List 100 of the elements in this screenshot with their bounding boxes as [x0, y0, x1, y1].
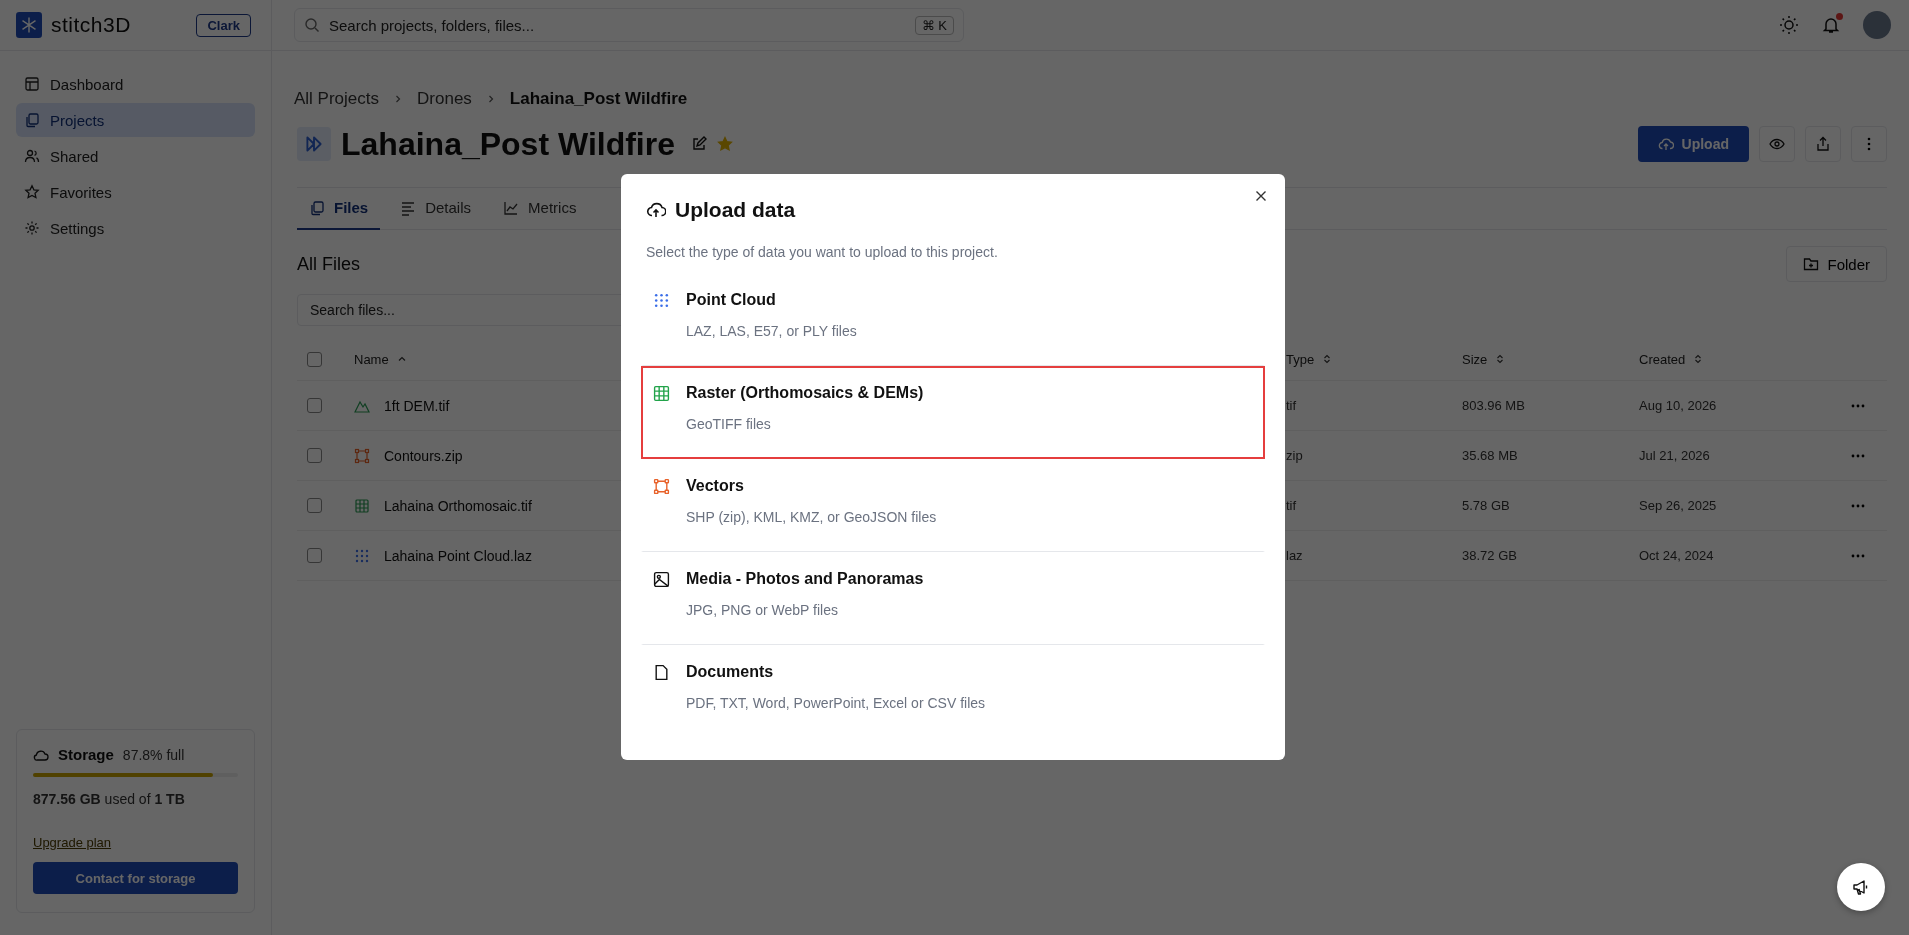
dots-grid-icon [354, 547, 370, 564]
data-type-option[interactable]: Raster (Orthomosaics & DEMs) GeoTIFF files [641, 366, 1265, 459]
close-icon[interactable] [1255, 190, 1267, 202]
cloud-upload-icon [646, 200, 666, 220]
table-cell-text: laz [1286, 548, 1304, 563]
storage-percent: 87.8% full [122, 746, 185, 763]
column-header[interactable]: Name [354, 351, 389, 367]
table-cell-text: 803.96 MB [1462, 398, 1526, 413]
option-description: LAZ, LAS, E57, or PLY files [686, 323, 857, 339]
sort-icon[interactable] [1322, 354, 1333, 364]
project-icon [297, 127, 331, 161]
chart-icon [503, 199, 520, 216]
upload-button[interactable]: Upload [1637, 126, 1749, 162]
star-icon [24, 184, 40, 200]
section-heading: All Files [297, 253, 360, 275]
data-type-option[interactable]: Vectors SHP (zip), KML, KMZ, or GeoJSON files [641, 459, 1265, 552]
sort-up-icon[interactable] [396, 354, 407, 364]
table-cell-text: zip [1286, 448, 1304, 463]
tab[interactable]: Files [297, 199, 381, 230]
workspace-badge[interactable]: Clark [196, 13, 251, 37]
column-header[interactable]: Size [1462, 351, 1488, 367]
file-name[interactable]: 1ft DEM.tif [384, 397, 450, 414]
breadcrumb-link[interactable]: All Projects [294, 89, 380, 109]
star-icon[interactable] [717, 136, 733, 152]
sort-icon[interactable] [1495, 354, 1506, 364]
shortcut-hint: ⌘ K [914, 16, 954, 35]
breadcrumb-link[interactable]: Drones [417, 89, 472, 109]
option-description: PDF, TXT, Word, PowerPoint, Excel or CSV files [686, 695, 986, 711]
more-icon[interactable] [1851, 453, 1865, 458]
upgrade-link[interactable]: Upgrade plan [33, 835, 112, 850]
dialog-subtitle: Select the type of data you want to upload to this project. [646, 244, 999, 260]
row-checkbox[interactable] [307, 498, 322, 513]
avatar[interactable] [1863, 11, 1891, 39]
table-cell-text: tif [1286, 398, 1298, 413]
tab[interactable]: Details [388, 199, 484, 230]
eye-button[interactable] [1759, 126, 1795, 162]
tab[interactable]: Metrics [491, 199, 589, 230]
data-type-option[interactable]: Point Cloud LAZ, LAS, E57, or PLY files [641, 273, 1265, 366]
option-title: Point Cloud [686, 291, 777, 309]
sidebar-item[interactable]: Favorites [16, 175, 255, 209]
more-icon[interactable] [1851, 553, 1865, 558]
option-title: Vectors [686, 477, 745, 495]
more-icon[interactable] [1851, 503, 1865, 508]
table-cell-text: Sep 26, 2025 [1639, 498, 1718, 513]
table-cell-text: Oct 24, 2024 [1639, 548, 1715, 563]
option-description: SHP (zip), KML, KMZ, or GeoJSON files [686, 509, 937, 525]
option-description: GeoTIFF files [686, 416, 772, 432]
project-title: Lahaina_Post Wildfire [341, 125, 675, 163]
option-title: Media - Photos and Panoramas [686, 570, 924, 588]
eye-icon [1769, 136, 1785, 152]
row-checkbox[interactable] [307, 548, 322, 563]
storage-usage: 877.56 GB used of 1 TB [33, 791, 186, 807]
data-type-option[interactable]: Documents PDF, TXT, Word, PowerPoint, Excel or CSV files [641, 645, 1265, 738]
grid-icon [354, 497, 370, 514]
table-cell-text: Jul 21, 2026 [1639, 448, 1711, 463]
sort-icon[interactable] [1693, 354, 1704, 364]
data-type-option[interactable]: Media - Photos and Panoramas JPG, PNG or WebP files [641, 552, 1265, 645]
contact-button[interactable]: Contact for storage [33, 862, 238, 894]
dialog-title: Upload data [675, 198, 796, 222]
table-cell-text: 35.68 MB [1462, 448, 1519, 463]
share-icon [1815, 136, 1831, 152]
file-name[interactable]: Contours.zip [384, 447, 463, 464]
row-checkbox[interactable] [307, 448, 322, 463]
column-header[interactable]: Type [1286, 351, 1315, 367]
sidebar-item[interactable]: Dashboard [16, 67, 255, 101]
share-button[interactable] [1805, 126, 1841, 162]
option-description: JPG, PNG or WebP files [686, 602, 839, 618]
column-header[interactable]: Created [1639, 351, 1686, 367]
table-cell-text: 38.72 GB [1462, 548, 1518, 563]
sidebar-item[interactable]: Shared [16, 139, 255, 173]
image-icon [653, 571, 670, 588]
grid-icon [653, 385, 670, 402]
sun-icon[interactable] [1779, 15, 1799, 35]
logo-icon [16, 12, 42, 38]
vector-shape-icon [653, 478, 670, 495]
layout-icon [24, 76, 40, 92]
feedback-button[interactable] [1837, 863, 1885, 911]
file-name[interactable]: Lahaina Orthomosaic.tif [384, 497, 532, 514]
folder-plus-icon [1803, 256, 1820, 272]
settings-icon [24, 220, 40, 236]
edit-icon[interactable] [691, 136, 707, 152]
row-checkbox[interactable] [307, 398, 322, 413]
document-icon [653, 664, 670, 681]
folder-button[interactable]: Folder [1786, 246, 1887, 282]
file-name[interactable]: Lahaina Point Cloud.laz [384, 547, 532, 564]
table-cell-text: tif [1286, 498, 1298, 513]
brand-name: stitch3D [51, 13, 132, 37]
table-cell-text: Aug 10, 2026 [1639, 398, 1718, 413]
more-icon[interactable] [1851, 403, 1865, 408]
cloud-upload-icon [1657, 136, 1674, 152]
copy-icon [24, 112, 40, 128]
sidebar-item[interactable]: Projects [16, 103, 255, 137]
search-icon [304, 17, 320, 33]
storage-title: Storage [58, 746, 114, 763]
sidebar-item[interactable]: Settings [16, 211, 255, 245]
table-cell-text: 5.78 GB [1462, 498, 1511, 513]
copy-icon [309, 199, 325, 216]
select-all-checkbox[interactable] [307, 351, 322, 367]
bell-icon[interactable] [1821, 15, 1841, 35]
option-title: Documents [686, 663, 775, 681]
